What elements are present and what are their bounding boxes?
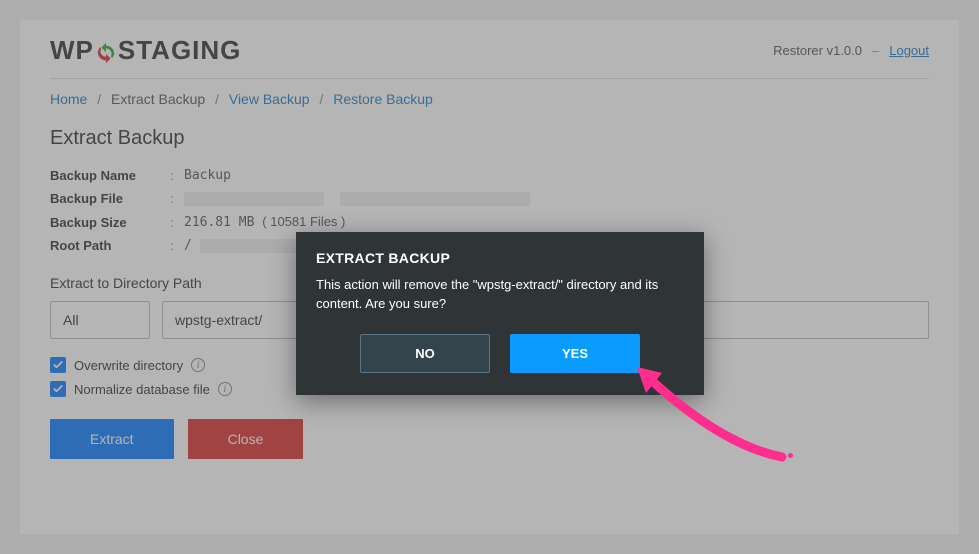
modal-title: EXTRACT BACKUP — [316, 250, 684, 266]
confirm-modal: EXTRACT BACKUP This action will remove t… — [296, 232, 704, 395]
modal-message: This action will remove the "wpstg-extra… — [316, 276, 684, 314]
annotation-dot — [788, 453, 793, 458]
modal-no-button[interactable]: NO — [360, 334, 490, 373]
modal-yes-button[interactable]: YES — [510, 334, 640, 373]
